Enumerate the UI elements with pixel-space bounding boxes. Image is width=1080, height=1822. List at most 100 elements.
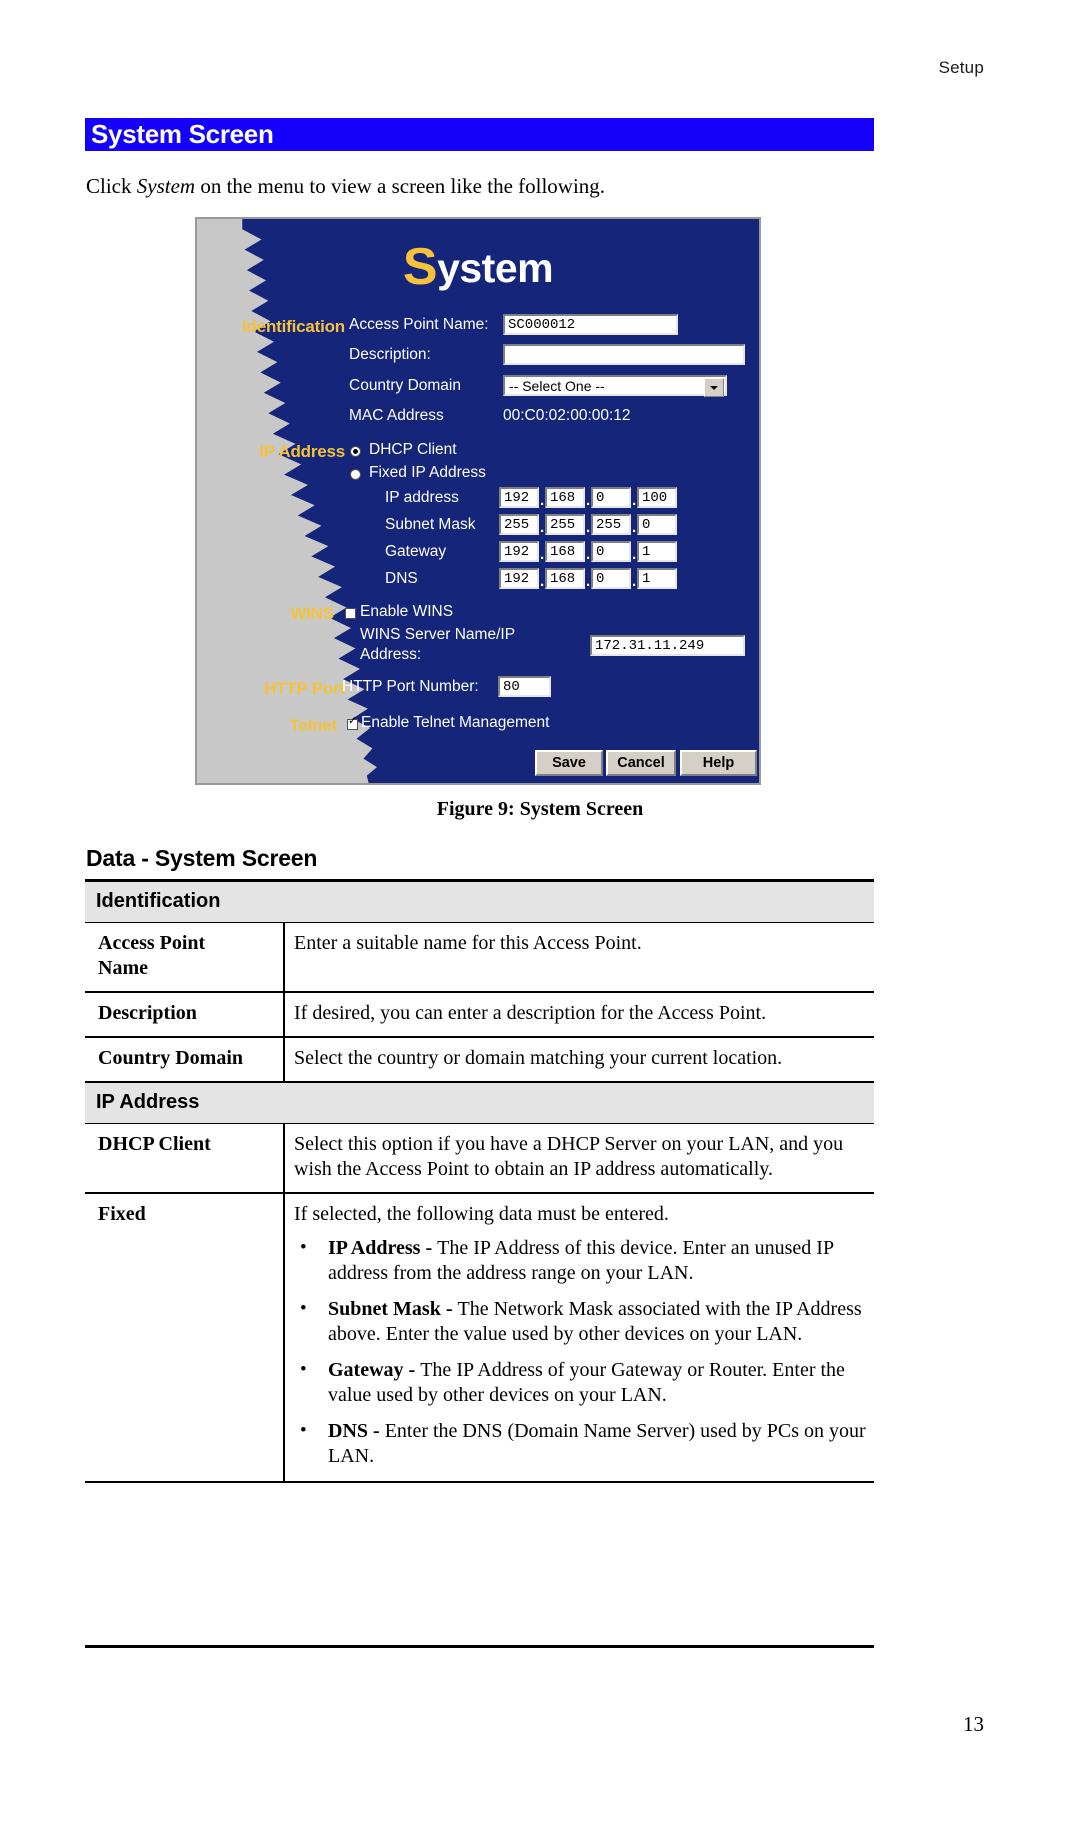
subnet-dot-3: . — [632, 519, 637, 536]
gateway-dot-1: . — [540, 546, 545, 563]
cancel-button[interactable]: Cancel — [606, 750, 676, 776]
row-value-description: If desired, you can enter a description … — [284, 992, 874, 1038]
dns-dot-1: . — [540, 573, 545, 590]
row-key-dhcp-client: DHCP Client — [85, 1123, 285, 1194]
table-row: DHCP Client Select this option if you ha… — [85, 1123, 874, 1194]
description-label: Description: — [349, 346, 431, 363]
screenshot-heading: System — [197, 241, 759, 293]
dhcp-client-radio[interactable] — [350, 446, 361, 457]
list-item: IP Address - The IP Address of this devi… — [300, 1235, 868, 1286]
fixed-bullet-list: IP Address - The IP Address of this devi… — [294, 1235, 868, 1469]
document-page: Setup System Screen Click System on the … — [0, 0, 1080, 1822]
list-item: Subnet Mask - The Network Mask associate… — [300, 1296, 868, 1347]
list-item: DNS - Enter the DNS (Domain Name Server)… — [300, 1418, 868, 1469]
bullet-text-dns: Enter the DNS (Domain Name Server) used … — [328, 1420, 866, 1467]
dns-label: DNS — [385, 570, 418, 587]
wins-server-label-line2: Address: — [360, 646, 422, 663]
enable-wins-checkbox[interactable] — [345, 608, 356, 619]
gateway-octet-1[interactable]: 192 — [499, 541, 539, 562]
page-number: 13 — [963, 1712, 984, 1736]
section-label-telnet: Telnet — [289, 716, 337, 735]
subnet-dot-2: . — [586, 519, 591, 536]
ip-dot-3: . — [632, 492, 637, 509]
mac-address-value: 00:C0:02:00:00:12 — [503, 407, 631, 424]
section-label-ip-address: IP Address — [259, 442, 345, 461]
http-port-number-input[interactable]: 80 — [498, 676, 551, 697]
gateway-octet-3[interactable]: 0 — [591, 541, 631, 562]
country-domain-label: Country Domain — [349, 377, 461, 394]
ip-dot-1: . — [540, 492, 545, 509]
row-value-country-domain: Select the country or domain matching yo… — [284, 1037, 874, 1083]
description-input[interactable] — [503, 344, 745, 365]
dns-octet-1[interactable]: 192 — [499, 568, 539, 589]
ip-address-octet-3[interactable]: 0 — [591, 487, 631, 508]
ip-address-octet-1[interactable]: 192 — [499, 487, 539, 508]
dns-octet-4[interactable]: 1 — [637, 568, 677, 589]
bullet-sep: - — [440, 1298, 458, 1320]
subnet-mask-octet-1[interactable]: 255 — [499, 514, 539, 535]
section-label-http-port: HTTP Port — [263, 679, 345, 698]
dns-octet-3[interactable]: 0 — [591, 568, 631, 589]
row-value-dhcp-client: Select this option if you have a DHCP Se… — [284, 1123, 874, 1194]
row-key-line2: Name — [98, 957, 148, 979]
row-key-country-domain: Country Domain — [85, 1037, 285, 1083]
table-row: Access Point Name Enter a suitable name f… — [85, 922, 874, 993]
chevron-down-icon[interactable] — [704, 378, 724, 397]
dns-octet-2[interactable]: 168 — [545, 568, 585, 589]
enable-wins-label: Enable WINS — [360, 603, 454, 620]
running-head: Setup — [938, 58, 984, 77]
http-port-number-label: HTTP Port Number: — [342, 678, 479, 695]
bullet-sep: - — [368, 1420, 385, 1442]
data-section-heading: Data - System Screen — [86, 845, 318, 871]
access-point-name-input[interactable]: SC000012 — [503, 314, 678, 335]
gateway-dot-2: . — [586, 546, 591, 563]
country-domain-selected-value: -- Select One -- — [509, 378, 605, 394]
section-label-wins: WINS — [290, 604, 334, 623]
ip-address-label: IP address — [385, 489, 459, 506]
country-domain-select[interactable]: -- Select One -- — [503, 375, 727, 397]
ip-address-octet-2[interactable]: 168 — [545, 487, 585, 508]
subnet-mask-octet-4[interactable]: 0 — [637, 514, 677, 535]
bullet-term-dns: DNS — [328, 1420, 369, 1442]
fixed-ip-radio[interactable] — [350, 469, 361, 480]
save-button[interactable]: Save — [535, 750, 603, 776]
ip-dot-2: . — [586, 492, 591, 509]
enable-telnet-checkbox[interactable] — [347, 716, 358, 730]
screenshot-heading-rest: ystem — [437, 245, 554, 291]
table-row: Fixed If selected, the following data mu… — [85, 1193, 874, 1483]
list-item: Gateway - The IP Address of your Gateway… — [300, 1357, 868, 1408]
intro-text-before: Click — [86, 174, 137, 198]
wins-server-input[interactable]: 172.31.11.249 — [590, 635, 745, 656]
subnet-mask-octet-3[interactable]: 255 — [591, 514, 631, 535]
bullet-sep: - — [420, 1237, 438, 1259]
table-row: Country Domain Select the country or dom… — [85, 1037, 874, 1083]
bullet-term-ip-address: IP Address — [328, 1237, 421, 1259]
page-title: System Screen — [91, 119, 274, 149]
table-row: Description If desired, you can enter a … — [85, 992, 874, 1038]
footer-rule — [85, 1645, 874, 1648]
bullet-term-gateway: Gateway — [328, 1359, 404, 1381]
help-button[interactable]: Help — [680, 750, 757, 776]
gateway-octet-2[interactable]: 168 — [545, 541, 585, 562]
section-heading-identification: Identification — [85, 880, 874, 923]
gateway-octet-4[interactable]: 1 — [637, 541, 677, 562]
fixed-intro-text: If selected, the following data must be … — [294, 1203, 669, 1225]
ip-address-octet-4[interactable]: 100 — [637, 487, 677, 508]
dns-dot-3: . — [632, 573, 637, 590]
intro-paragraph: Click System on the menu to view a scree… — [86, 173, 605, 199]
intro-text-italic: System — [136, 174, 196, 198]
table-section-header-identification: Identification — [85, 880, 874, 923]
fixed-ip-label: Fixed IP Address — [369, 464, 486, 481]
access-point-name-label: Access Point Name: — [349, 316, 489, 333]
row-value-access-point-name: Enter a suitable name for this Access Po… — [284, 922, 874, 993]
bullet-sep: - — [403, 1359, 421, 1381]
row-key-line1: Access Point — [98, 932, 206, 954]
data-system-screen-table: Identification Access Point Name Enter a … — [85, 880, 874, 1483]
mac-address-label: MAC Address — [349, 407, 444, 424]
row-value-fixed: If selected, the following data must be … — [284, 1193, 874, 1483]
subnet-mask-octet-2[interactable]: 255 — [545, 514, 585, 535]
row-key-access-point-name: Access Point Name — [85, 922, 285, 993]
bullet-term-subnet-mask: Subnet Mask — [328, 1298, 441, 1320]
chapter-title-bar: System Screen — [85, 118, 874, 151]
gateway-dot-3: . — [632, 546, 637, 563]
